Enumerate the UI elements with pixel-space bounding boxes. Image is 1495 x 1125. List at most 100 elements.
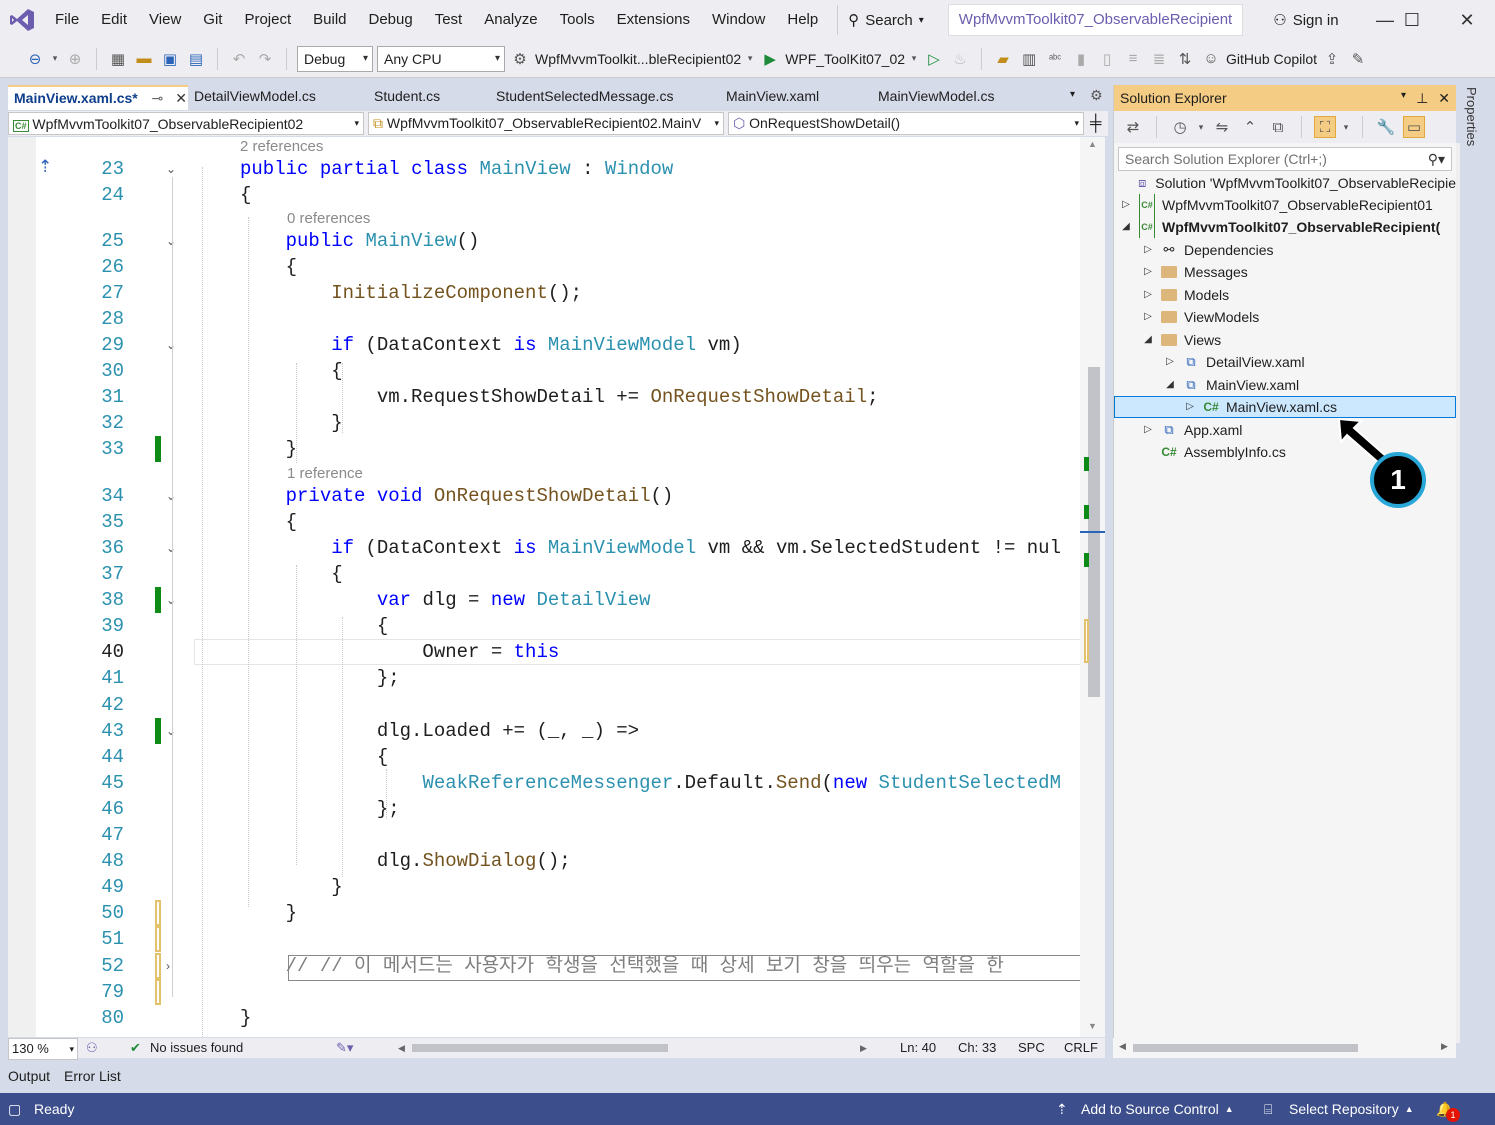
close-icon[interactable]: ✕ [1438, 90, 1450, 107]
solution-explorer-vscroll[interactable] [1456, 143, 1460, 1043]
code-line[interactable]: 47 [8, 822, 1083, 848]
code-text[interactable]: vm.RequestShowDetail += OnRequestShowDet… [240, 384, 879, 410]
solution-folder-icon[interactable]: ▰ [992, 48, 1014, 70]
brush-icon[interactable]: ✎▾ [336, 1038, 353, 1058]
solution-explorer-hscroll[interactable]: ◀ ▶ [1113, 1038, 1456, 1058]
open-folder-icon[interactable]: ▬ [133, 48, 155, 70]
code-text[interactable]: if (DataContext is MainViewModel vm) [240, 332, 742, 358]
start-debugging-icon[interactable]: ▶ [759, 48, 781, 70]
menu-file[interactable]: File [44, 0, 90, 40]
chevron-down-icon[interactable]: ▾ [909, 48, 919, 70]
code-line[interactable]: 45 WeakReferenceMessenger.Default.Send(n… [8, 770, 1083, 796]
code-line[interactable]: 29 ⌄ if (DataContext is MainViewModel vm) [8, 332, 1083, 358]
run-target-button[interactable]: WPF_ToolKit07_02 [785, 51, 905, 67]
code-line[interactable]: 37 { [8, 561, 1083, 587]
sync-icon[interactable]: ⇋ [1211, 116, 1233, 138]
code-text[interactable]: { [240, 182, 251, 208]
start-without-debugging-icon[interactable]: ▷ [923, 48, 945, 70]
code-text[interactable]: var dlg = new DetailView [240, 587, 651, 613]
scroll-up-icon[interactable]: ▲ [1088, 139, 1097, 149]
spell-check-icon[interactable]: ᵃᵇᶜ [1044, 48, 1066, 70]
code-line[interactable]: 36 ⌄ if (DataContext is MainViewModel vm … [8, 535, 1083, 561]
save-icon[interactable]: ▣ [159, 48, 181, 70]
tab-overflow-icon[interactable]: ▾ [1070, 89, 1075, 100]
tab-mainview-xaml[interactable]: MainView.xaml [720, 85, 872, 110]
expand-arrow-icon[interactable]: ▷ [1164, 351, 1176, 373]
chevron-down-icon[interactable]: ▾ [1342, 116, 1350, 138]
code-line[interactable]: 26 { [8, 254, 1083, 280]
split-window-icon[interactable]: ╪ [1090, 115, 1101, 133]
gear-icon[interactable]: ⚙ [509, 48, 531, 70]
maximize-button[interactable]: ☐ [1385, 0, 1439, 40]
chevron-down-icon[interactable]: ▾ [745, 48, 755, 70]
switch-views-icon[interactable]: ⇄ [1122, 116, 1144, 138]
expand-arrow-icon[interactable]: ▷ [1142, 284, 1154, 306]
scrollbar-thumb[interactable] [1133, 1044, 1358, 1052]
code-text[interactable]: dlg.ShowDialog(); [240, 848, 571, 874]
code-line[interactable]: 28 [8, 306, 1083, 332]
code-line[interactable]: 38 ⌄ var dlg = new DetailView [8, 587, 1083, 613]
copilot-icon[interactable]: ☺ [1200, 48, 1222, 70]
bookmark-icon[interactable]: ⇅ [1174, 48, 1196, 70]
indent-icon[interactable]: ≡ [1122, 48, 1144, 70]
tab-studentselectedmessage-cs[interactable]: StudentSelectedMessage.cs [490, 85, 720, 110]
tree-node-viewmodels[interactable]: ▷ ViewModels [1142, 306, 1456, 328]
scroll-left-icon[interactable]: ◀ [1119, 1041, 1126, 1052]
tree-node-app-xaml[interactable]: ▷ ⧉ App.xaml [1142, 419, 1456, 441]
code-editor[interactable]: ⇡ 23 ⌄ public partial class MainView : Win… [8, 137, 1105, 1037]
tree-node-models[interactable]: ▷ Models [1142, 284, 1456, 306]
code-text[interactable]: { [240, 358, 342, 384]
forward-icon[interactable]: ⊕ [64, 48, 86, 70]
preview-icon[interactable]: ▭ [1403, 116, 1425, 138]
new-project-icon[interactable]: ▦ [107, 48, 129, 70]
code-line[interactable]: 80} [8, 1005, 1083, 1031]
save-all-icon[interactable]: ▤ [185, 48, 207, 70]
expand-arrow-icon[interactable]: ▷ [1142, 261, 1154, 283]
expand-arrow-icon[interactable]: ▷ [1184, 396, 1196, 418]
code-line[interactable]: 50 } [8, 900, 1083, 926]
close-button[interactable]: ✕ [1440, 0, 1494, 40]
code-text[interactable]: { [240, 613, 388, 639]
pin-icon[interactable]: ⊥ [1416, 90, 1428, 107]
menu-test[interactable]: Test [424, 0, 474, 40]
output-window-icon[interactable]: ▢ [8, 1093, 21, 1125]
code-text[interactable]: } [240, 874, 342, 900]
menu-git[interactable]: Git [192, 0, 233, 40]
redo-icon[interactable]: ↷ [254, 48, 276, 70]
expand-arrow-icon[interactable]: ▷ [1142, 306, 1154, 328]
code-text[interactable]: }; [240, 665, 400, 691]
tab-detailviewmodel-cs[interactable]: DetailViewModel.cs [188, 85, 368, 110]
code-line[interactable]: 25 ⌄ public MainView() [8, 228, 1083, 254]
code-text[interactable]: public MainView() [240, 228, 480, 254]
code-line[interactable]: 40 Owner = this [8, 639, 1083, 665]
show-all-files-icon[interactable]: ⧉ [1267, 116, 1289, 138]
codelens-references[interactable]: 2 references [240, 138, 323, 156]
layout-icon[interactable]: ▥ [1018, 48, 1040, 70]
code-text[interactable]: { [240, 561, 342, 587]
wrench-icon[interactable]: 🔧 [1375, 116, 1397, 138]
scroll-right-icon[interactable]: ▶ [860, 1038, 867, 1058]
tree-node-detailview-xaml[interactable]: ▷ ⧉ DetailView.xaml [1164, 351, 1456, 373]
project-dropdown[interactable]: C# WpfMvvmToolkit07_ObservableRecipient0… [8, 112, 364, 135]
hot-reload-icon[interactable]: ♨ [949, 48, 971, 70]
menu-edit[interactable]: Edit [90, 0, 138, 40]
undo-icon[interactable]: ↶ [228, 48, 250, 70]
zoom-select[interactable]: 130 % ▾ [8, 1038, 78, 1060]
line-ending-indicator[interactable]: CRLF [1064, 1038, 1098, 1058]
code-text[interactable]: } [240, 410, 342, 436]
tree-node-solution-wpfmvvmtoolkit07-observablerecipie[interactable]: ⧈ Solution 'WpfMvvmToolkit07_ObservableRe… [1120, 172, 1456, 194]
code-line[interactable]: 27 InitializeComponent(); [8, 280, 1083, 306]
tree-node-wpfmvvmtoolkit07-observablerecipient01[interactable]: ▷ C# WpfMvvmToolkit07_ObservableRecipient0… [1120, 194, 1456, 216]
code-text[interactable]: if (DataContext is MainViewModel vm && v… [240, 535, 1061, 561]
expand-arrow-icon[interactable]: ▷ [1120, 194, 1132, 216]
scroll-down-icon[interactable]: ▼ [1088, 1021, 1097, 1031]
code-text[interactable]: WeakReferenceMessenger.Default.Send(new … [240, 770, 1061, 796]
code-line[interactable]: 34 ⌄ private void OnRequestShowDetail() [8, 483, 1083, 509]
menu-tools[interactable]: Tools [549, 0, 606, 40]
code-line[interactable]: 23 ⌄ public partial class MainView : Windo… [8, 156, 1083, 182]
code-line[interactable]: 35 { [8, 509, 1083, 535]
code-line[interactable]: 79 [8, 979, 1083, 1005]
tab-mainviewmodel-cs[interactable]: MainViewModel.cs [872, 85, 1062, 110]
add-to-source-control-button[interactable]: Add to Source Control ▲ [1081, 1093, 1234, 1125]
code-text[interactable]: private void OnRequestShowDetail() [240, 483, 674, 509]
